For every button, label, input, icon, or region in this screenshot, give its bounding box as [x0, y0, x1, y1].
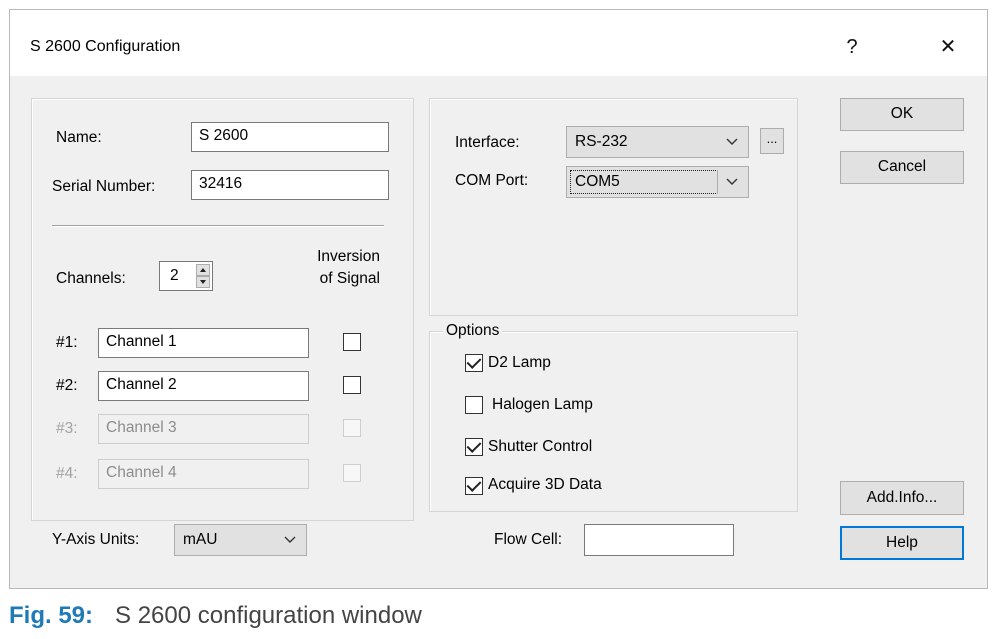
com-port-dropdown[interactable]: COM5	[566, 166, 749, 198]
d2-lamp-checkbox[interactable]	[465, 354, 483, 372]
help-button[interactable]: Help	[840, 526, 964, 560]
halogen-lamp-label: Halogen Lamp	[492, 396, 593, 413]
arrow-up-icon	[200, 268, 206, 272]
channel-4-inversion-checkbox	[343, 464, 361, 482]
name-label: Name:	[56, 129, 102, 146]
channels-label: Channels:	[56, 270, 126, 287]
channel-3-inversion-checkbox	[343, 419, 361, 437]
interface-dropdown[interactable]: RS-232	[566, 126, 749, 158]
title-bar: S 2600 Configuration ? ✕	[10, 10, 987, 76]
options-group-title: Options	[443, 322, 503, 340]
com-port-label: COM Port:	[455, 172, 529, 189]
close-icon[interactable]: ✕	[928, 32, 968, 62]
channel-2-name-field[interactable]: Channel 2	[98, 371, 309, 401]
options-group	[429, 331, 798, 512]
channels-value: 2	[170, 267, 179, 284]
channel-3-label: #3:	[56, 420, 78, 437]
figure-caption: Fig. 59: S 2600 configuration window	[9, 602, 422, 630]
dialog-title: S 2600 Configuration	[30, 38, 181, 55]
help-question-button[interactable]: ?	[832, 32, 872, 62]
ok-button[interactable]: OK	[840, 98, 964, 131]
shutter-control-checkbox[interactable]	[465, 438, 483, 456]
y-axis-units-label: Y-Axis Units:	[52, 531, 140, 548]
cancel-button[interactable]: Cancel	[840, 151, 964, 184]
interface-browse-button[interactable]: ...	[760, 128, 784, 154]
halogen-lamp-checkbox[interactable]	[465, 396, 483, 414]
chevron-down-icon	[726, 178, 738, 185]
channel-4-label: #4:	[56, 465, 78, 482]
flow-cell-field[interactable]	[584, 524, 734, 556]
configuration-dialog: S 2600 Configuration ? ✕ Name: S 2600 Se…	[9, 9, 988, 589]
spin-down-button[interactable]	[196, 276, 210, 288]
channel-2-label: #2:	[56, 377, 78, 394]
serial-number-label: Serial Number:	[52, 178, 156, 195]
interface-value: RS-232	[575, 133, 628, 150]
y-axis-units-value: mAU	[183, 531, 218, 548]
acquire-3d-data-label: Acquire 3D Data	[488, 476, 602, 493]
acquire-3d-data-checkbox[interactable]	[465, 477, 483, 495]
arrow-down-icon	[200, 280, 206, 284]
channel-1-inversion-checkbox[interactable]	[343, 333, 361, 351]
chevron-down-icon	[726, 138, 738, 145]
name-field[interactable]: S 2600	[191, 122, 389, 152]
inversion-label-line1: Inversion	[317, 248, 380, 265]
general-group	[31, 98, 414, 521]
channel-4-name-field: Channel 4	[98, 459, 309, 489]
chevron-down-icon	[284, 536, 296, 543]
spin-arrows	[196, 264, 210, 288]
dialog-content: Name: S 2600 Serial Number: 32416 Channe…	[10, 76, 987, 590]
add-info-button[interactable]: Add.Info...	[840, 481, 964, 515]
y-axis-units-dropdown[interactable]: mAU	[174, 524, 307, 556]
channel-3-name-field: Channel 3	[98, 414, 309, 444]
interface-label: Interface:	[455, 134, 520, 151]
d2-lamp-label: D2 Lamp	[488, 354, 551, 371]
channel-1-label: #1:	[56, 334, 78, 351]
shutter-control-label: Shutter Control	[488, 438, 593, 455]
flow-cell-label: Flow Cell:	[494, 531, 563, 548]
com-port-value: COM5	[575, 173, 620, 190]
figure-number: Fig. 59:	[9, 602, 94, 629]
channel-2-inversion-checkbox[interactable]	[343, 376, 361, 394]
spin-up-button[interactable]	[196, 264, 210, 276]
separator	[52, 225, 384, 227]
channels-spinner[interactable]: 2	[159, 261, 213, 291]
serial-number-field[interactable]: 32416	[191, 170, 389, 200]
inversion-label-line2: of Signal	[319, 270, 380, 287]
channel-1-name-field[interactable]: Channel 1	[98, 328, 309, 358]
combo-divider	[717, 170, 718, 194]
figure-caption-text: S 2600 configuration window	[115, 602, 422, 629]
